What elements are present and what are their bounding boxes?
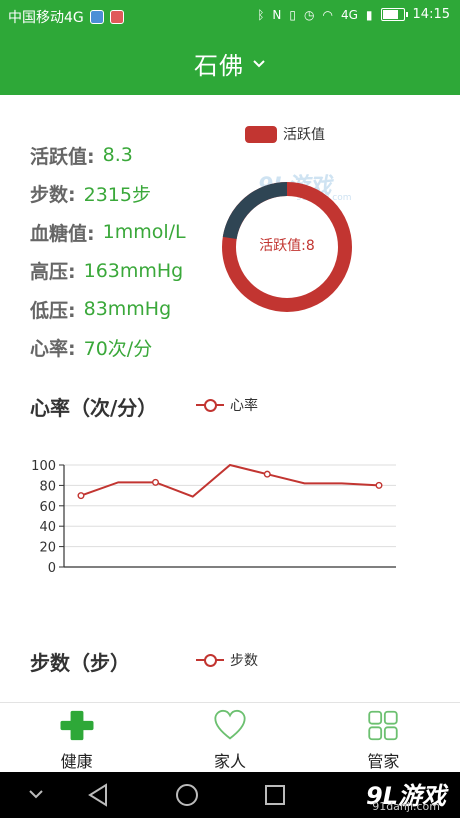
data-point [77,492,85,500]
app-notification-icon [89,10,104,24]
activity-legend[interactable]: 活跃值 [245,124,325,144]
tab-label: 健康 [60,752,93,771]
mail-notification-icon [109,10,124,24]
stat-value: 163mmHg [83,259,184,282]
tab-manager[interactable]: 管家 [307,703,460,772]
stat-label: 心率: [30,338,76,361]
y-tick-label: 0 [48,561,56,576]
signal-icon: ▮ [365,7,373,22]
stat-label: 活跃值: [30,145,95,168]
legend-label: 心率 [230,398,258,414]
stat-blood-sugar: 血糖值: 1mmol/L [30,213,186,252]
health-stats-list: 活跃值: 8.3 步数: 2315步 血糖值: 1mmol/L 高压: 163m… [30,136,186,367]
cross-icon [60,710,94,741]
back-icon[interactable] [86,782,112,808]
stat-label: 高压: [30,261,76,284]
stat-value: 1mmol/L [102,221,186,244]
data-point [263,470,271,478]
steps-title: 步数（步） [30,651,130,675]
y-tick-label: 60 [39,500,56,515]
app-header: 石佛 [0,32,460,95]
clock-label: 14:15 [412,7,450,22]
legend-label: 活跃值 [283,127,325,143]
stat-label: 血糖值: [30,222,95,245]
stat-steps: 步数: 2315步 [30,175,186,214]
y-tick-label: 20 [39,541,56,556]
recents-icon[interactable] [262,782,288,808]
stat-diastolic: 低压: 83mmHg [30,290,186,329]
network-type-label: 4G [340,7,358,22]
y-tick-label: 40 [39,520,56,535]
tab-label: 管家 [367,752,400,771]
heart-icon [214,709,246,740]
stat-value: 8.3 [102,144,133,167]
legend-label: 步数 [230,653,258,669]
stat-label: 低压: [30,299,76,322]
nfc-icon: N [272,7,282,22]
heart-rate-line-chart: 0 20 40 60 80 100 [31,459,396,576]
tab-label: 家人 [213,752,246,771]
watermark-domain-bottom: 91danji.com [372,800,440,813]
data-point [375,481,383,489]
bluetooth-icon: ᛒ [257,7,265,22]
data-point [151,478,159,486]
vibrate-icon: ▯ [289,7,297,22]
alarm-icon: ◷ [304,7,315,22]
donut-remainder-arc [222,182,288,240]
carrier-label: 中国移动4G [8,10,84,26]
donut-center-label: 活跃值:8 [259,238,315,254]
stat-label: 步数: [30,184,76,207]
heart-rate-title: 心率（次/分） [30,396,158,420]
stat-activity: 活跃值: 8.3 [30,136,186,175]
legend-line-icon [196,398,224,412]
collapse-icon[interactable] [26,784,46,804]
heart-rate-series-line [80,463,380,498]
stat-value: 70次/分 [83,338,153,361]
home-icon[interactable] [174,782,200,808]
wifi-icon: ◠ [322,7,333,22]
stat-value: 83mmHg [83,298,172,321]
battery-icon [380,8,408,21]
legend-line-icon [196,653,224,667]
legend-swatch [245,125,277,143]
user-selector-title[interactable]: 石佛 [194,46,244,81]
stat-value: 2315步 [83,184,151,207]
tab-health[interactable]: 健康 [0,703,153,772]
steps-legend[interactable]: 步数 [196,650,258,670]
stat-heart-rate: 心率: 70次/分 [30,329,186,368]
status-bar: 中国移动4G ᛒ N ▯ ◷ ◠ 4G ▮ 14:15 [0,0,460,32]
bottom-tab-bar: 健康 家人 管家 [0,702,460,772]
chevron-down-icon[interactable] [252,57,266,71]
grid-icon [368,710,398,741]
stat-systolic: 高压: 163mmHg [30,252,186,291]
heart-rate-legend[interactable]: 心率 [196,395,258,415]
tab-family[interactable]: 家人 [153,703,306,772]
y-tick-label: 80 [39,479,56,494]
y-tick-label: 100 [31,459,56,474]
